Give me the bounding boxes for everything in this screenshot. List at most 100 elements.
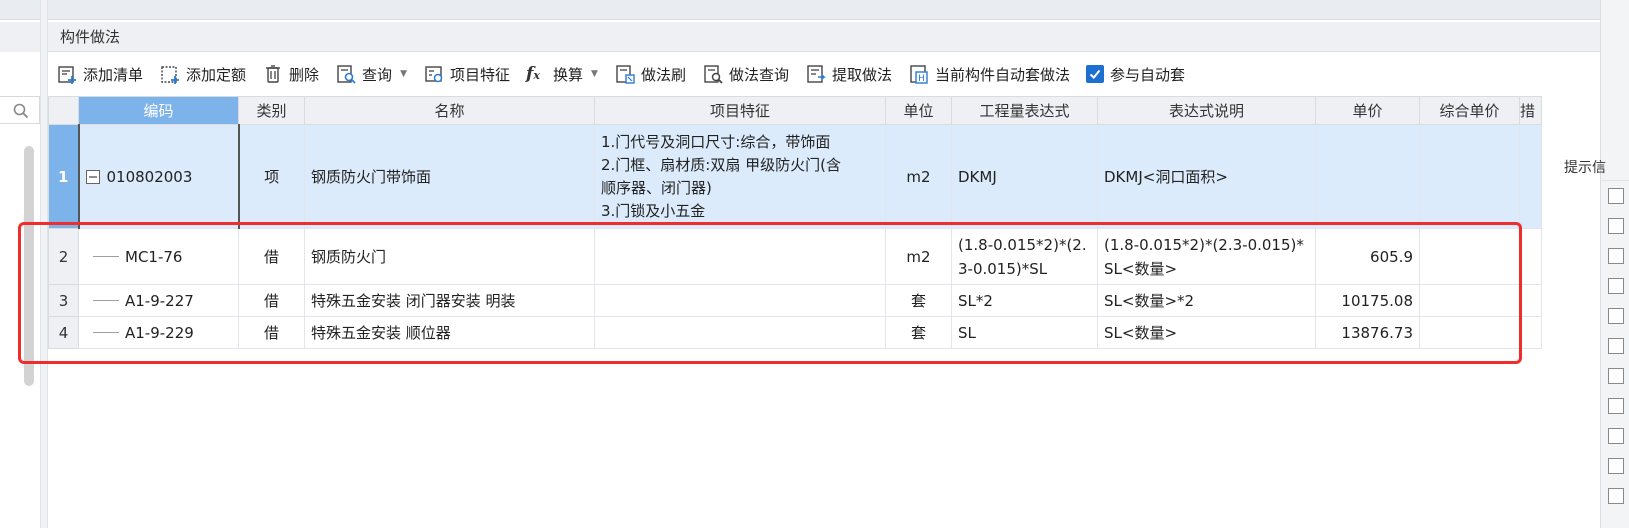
right-panel: 提示信 xyxy=(1564,0,1629,528)
type-cell[interactable]: 借 xyxy=(238,228,305,285)
unit-cell[interactable]: 套 xyxy=(885,316,952,349)
expr-cell[interactable]: DKMJ xyxy=(951,124,1098,229)
add-list-label: 添加清单 xyxy=(83,65,144,84)
right-checkbox[interactable] xyxy=(1608,188,1624,204)
table-row[interactable]: 3 A1-9-227 借 特殊五金安装 闭门器安装 明装 套 SL*2 SL<数… xyxy=(48,284,1542,317)
row-number[interactable]: 4 xyxy=(48,316,79,349)
col-header-price[interactable]: 单价 xyxy=(1315,96,1420,125)
tree-connector xyxy=(93,332,119,333)
right-checkbox[interactable] xyxy=(1608,248,1624,264)
total-price-cell[interactable] xyxy=(1419,316,1520,349)
right-checkbox[interactable] xyxy=(1608,428,1624,444)
total-price-cell[interactable] xyxy=(1419,284,1520,317)
method-query-label: 做法查询 xyxy=(728,65,789,84)
row-number-header[interactable] xyxy=(48,96,79,125)
total-price-cell[interactable] xyxy=(1419,228,1520,285)
total-price-cell[interactable] xyxy=(1419,124,1520,229)
expr-cell[interactable]: SL xyxy=(951,316,1098,349)
add-list-button[interactable]: 添加清单 xyxy=(56,60,143,88)
panel-splitter[interactable] xyxy=(40,0,48,528)
row-number[interactable]: 3 xyxy=(48,284,79,317)
type-cell[interactable]: 项 xyxy=(238,124,305,229)
component-method-panel: 构件做法 添加清单 添加定额 删除 查询 ▼ 项目特征 fx 换算 ▼ 做法刷 … xyxy=(48,0,1600,528)
item-features-button[interactable]: 项目特征 xyxy=(423,60,510,88)
convert-button[interactable]: fx 换算 ▼ xyxy=(526,60,598,88)
col-header-expr-desc[interactable]: 表达式说明 xyxy=(1097,96,1316,125)
join-auto-apply-checkbox[interactable]: 参与自动套 xyxy=(1086,60,1185,88)
name-cell[interactable]: 钢质防火门 xyxy=(304,228,595,285)
chevron-down-icon[interactable]: ▼ xyxy=(591,69,598,79)
type-cell[interactable]: 借 xyxy=(238,316,305,349)
add-quota-icon xyxy=(161,66,180,84)
right-checkbox[interactable] xyxy=(1608,488,1624,504)
code-cell[interactable]: MC1-76 xyxy=(78,228,239,285)
search-icon[interactable] xyxy=(12,102,30,120)
right-checkbox[interactable] xyxy=(1608,368,1624,384)
expr-cell[interactable]: (1.8-0.015*2)*(2.3-0.015)*SL xyxy=(951,228,1098,285)
features-cell[interactable] xyxy=(594,228,886,285)
table-row[interactable]: 1 010802003 项 钢质防火门带饰面 1.门代号及洞口尺寸:综合，带饰面… xyxy=(48,124,1542,229)
chevron-down-icon[interactable]: ▼ xyxy=(400,69,407,79)
col-header-unit[interactable]: 单位 xyxy=(885,96,952,125)
right-checkbox[interactable] xyxy=(1608,398,1624,414)
col-header-name[interactable]: 名称 xyxy=(304,96,595,125)
row-number[interactable]: 1 xyxy=(48,124,79,229)
col-header-type[interactable]: 类别 xyxy=(238,96,305,125)
col-header-total-price[interactable]: 综合单价 xyxy=(1419,96,1520,125)
extract-icon xyxy=(807,65,826,83)
right-checkbox[interactable] xyxy=(1608,218,1624,234)
row-number[interactable]: 2 xyxy=(48,228,79,285)
expr-desc-cell[interactable]: SL<数量> xyxy=(1097,316,1316,349)
col-header-features[interactable]: 项目特征 xyxy=(594,96,886,125)
price-cell[interactable] xyxy=(1315,124,1420,229)
method-brush-button[interactable]: 做法刷 xyxy=(614,60,686,88)
measure-cell[interactable] xyxy=(1519,228,1542,285)
price-cell[interactable]: 13876.73 xyxy=(1315,316,1420,349)
type-cell[interactable]: 借 xyxy=(238,284,305,317)
code-cell[interactable]: A1-9-227 xyxy=(78,284,239,317)
expr-desc-cell[interactable]: SL<数量>*2 xyxy=(1097,284,1316,317)
right-checkbox[interactable] xyxy=(1608,278,1624,294)
expr-desc-cell[interactable]: DKMJ<洞口面积> xyxy=(1097,124,1316,229)
name-cell[interactable]: 钢质防火门带饰面 xyxy=(304,124,595,229)
name-cell[interactable]: 特殊五金安装 顺位器 xyxy=(304,316,595,349)
add-quota-button[interactable]: 添加定额 xyxy=(159,60,246,88)
right-checkbox[interactable] xyxy=(1608,458,1624,474)
price-cell[interactable]: 10175.08 xyxy=(1315,284,1420,317)
measure-cell[interactable] xyxy=(1519,284,1542,317)
name-cell[interactable]: 特殊五金安装 闭门器安装 明装 xyxy=(304,284,595,317)
code-cell[interactable]: A1-9-229 xyxy=(78,316,239,349)
collapse-icon[interactable] xyxy=(85,169,100,184)
col-header-expr[interactable]: 工程量表达式 xyxy=(951,96,1098,125)
checkbox-checked-icon[interactable] xyxy=(1086,65,1104,83)
auto-apply-current-button[interactable]: H 当前构件自动套做法 xyxy=(908,60,1070,88)
left-scrollbar[interactable] xyxy=(24,146,34,386)
expr-desc-cell[interactable]: (1.8-0.015*2)*(2.3-0.015)*SL<数量> xyxy=(1097,228,1316,285)
item-features-icon xyxy=(425,66,443,83)
toolbar: 添加清单 添加定额 删除 查询 ▼ 项目特征 fx 换算 ▼ 做法刷 做法查询 … xyxy=(48,56,1600,92)
features-cell[interactable] xyxy=(594,284,886,317)
left-search-input[interactable] xyxy=(0,96,40,124)
measure-cell[interactable] xyxy=(1519,316,1542,349)
measure-cell[interactable] xyxy=(1519,124,1542,229)
price-cell[interactable]: 605.9 xyxy=(1315,228,1420,285)
right-checkbox[interactable] xyxy=(1608,308,1624,324)
unit-cell[interactable]: m2 xyxy=(885,228,952,285)
method-query-button[interactable]: 做法查询 xyxy=(702,60,789,88)
features-cell[interactable]: 1.门代号及洞口尺寸:综合，带饰面 2.门框、扇材质:双扇 甲级防火门(含 顺序… xyxy=(594,124,886,229)
col-header-code[interactable]: 编码 xyxy=(78,96,239,125)
extract-method-label: 提取做法 xyxy=(831,65,892,84)
features-cell[interactable] xyxy=(594,316,886,349)
app-window: 构件做法 添加清单 添加定额 删除 查询 ▼ 项目特征 fx 换算 ▼ 做法刷 … xyxy=(0,0,1629,528)
query-button[interactable]: 查询 ▼ xyxy=(335,60,407,88)
extract-method-button[interactable]: 提取做法 xyxy=(805,60,892,88)
right-checkbox[interactable] xyxy=(1608,338,1624,354)
unit-cell[interactable]: m2 xyxy=(885,124,952,229)
col-header-measure[interactable]: 措 xyxy=(1519,96,1542,125)
table-row[interactable]: 2 MC1-76 借 钢质防火门 m2 (1.8-0.015*2)*(2.3-0… xyxy=(48,228,1542,285)
expr-cell[interactable]: SL*2 xyxy=(951,284,1098,317)
delete-button[interactable]: 删除 xyxy=(262,60,319,88)
unit-cell[interactable]: 套 xyxy=(885,284,952,317)
table-row[interactable]: 4 A1-9-229 借 特殊五金安装 顺位器 套 SL SL<数量> 1387… xyxy=(48,316,1542,349)
code-cell[interactable]: 010802003 xyxy=(77,124,240,229)
